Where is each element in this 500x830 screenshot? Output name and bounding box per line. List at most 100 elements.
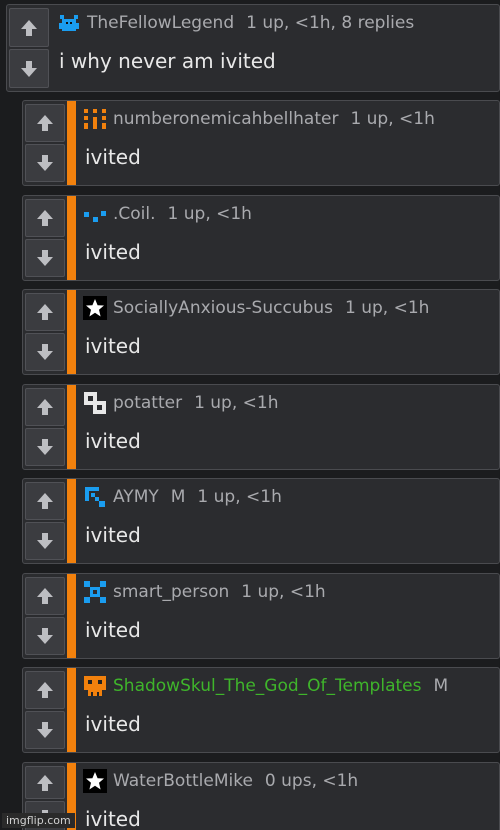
comment-reply: numberonemicahbellhater 1 up, <1h ivited — [22, 100, 500, 186]
comment-meta: .Coil. 1 up, <1h — [83, 202, 493, 226]
vote-controls — [25, 198, 65, 278]
username-link[interactable]: smart_person — [113, 582, 229, 602]
username-link[interactable]: TheFellowLegend — [87, 13, 234, 33]
comment-meta: potatter 1 up, <1h — [83, 391, 493, 415]
upvote-button[interactable] — [9, 8, 49, 47]
mod-badge: M — [170, 487, 186, 507]
arrow-down-icon — [37, 344, 53, 360]
upvote-button[interactable] — [25, 104, 65, 142]
comment-meta: SociallyAnxious-Succubus 1 up, <1h — [83, 296, 493, 320]
downvote-button[interactable] — [25, 428, 65, 466]
vote-controls — [25, 292, 65, 372]
comment-info: 1 up, <1h — [241, 582, 326, 602]
comment-meta: WaterBottleMike 0 ups, <1h — [83, 769, 493, 793]
blue-pickaxe-icon[interactable] — [83, 485, 107, 509]
arrow-up-icon — [37, 682, 53, 698]
comment-reply: AYMY M 1 up, <1h ivited — [22, 478, 500, 564]
orange-skull-icon[interactable] — [83, 674, 107, 698]
downvote-button[interactable] — [25, 333, 65, 371]
downvote-button[interactable] — [25, 239, 65, 277]
vote-controls — [25, 576, 65, 656]
username-link[interactable]: AYMY — [113, 487, 159, 507]
comment-reply: potatter 1 up, <1h ivited — [22, 384, 500, 470]
arrow-down-icon — [37, 722, 53, 738]
comment-meta: numberonemicahbellhater 1 up, <1h — [83, 107, 493, 131]
upvote-button[interactable] — [25, 482, 65, 520]
upvote-button[interactable] — [25, 671, 65, 709]
downvote-button[interactable] — [25, 522, 65, 560]
comment-content: .Coil. 1 up, <1h ivited — [83, 196, 493, 280]
mod-badge: M — [433, 676, 449, 696]
blue-creature-icon[interactable] — [57, 11, 81, 35]
arrow-up-icon — [37, 588, 53, 604]
arrow-down-icon — [37, 628, 53, 644]
downvote-button[interactable] — [25, 711, 65, 749]
username-link[interactable]: ShadowSkul_The_God_Of_Templates — [113, 676, 421, 696]
downvote-button[interactable] — [9, 49, 49, 88]
upvote-button[interactable] — [25, 388, 65, 426]
username-link[interactable]: .Coil. — [113, 204, 156, 224]
arrow-up-icon — [21, 19, 37, 36]
upvote-button[interactable] — [25, 293, 65, 331]
upvote-button[interactable] — [25, 199, 65, 237]
comment-info: 1 up, <1h — [197, 487, 282, 507]
username-link[interactable]: potatter — [113, 393, 182, 413]
comment-top: TheFellowLegend 1 up, <1h, 8 replies i w… — [6, 4, 500, 92]
comment-content: SociallyAnxious-Succubus 1 up, <1h ivite… — [83, 290, 493, 374]
upvote-button[interactable] — [25, 766, 65, 799]
comment-info: 0 ups, <1h — [264, 771, 359, 791]
vote-controls — [9, 7, 49, 89]
comment-info: 1 up, <1h — [194, 393, 279, 413]
comment-info: 1 up, <1h — [350, 109, 435, 129]
reply-indicator — [67, 290, 76, 374]
arrow-up-icon — [37, 774, 53, 791]
white-star-icon[interactable] — [83, 296, 107, 320]
blue-dots-icon[interactable] — [83, 202, 107, 226]
comment-content: TheFellowLegend 1 up, <1h, 8 replies i w… — [57, 5, 493, 91]
comment-reply: SociallyAnxious-Succubus 1 up, <1h ivite… — [22, 289, 500, 375]
upvote-button[interactable] — [25, 577, 65, 615]
downvote-button[interactable] — [25, 617, 65, 655]
comment-content: AYMY M 1 up, <1h ivited — [83, 479, 493, 563]
comment-info: 1 up, <1h — [345, 298, 430, 318]
reply-indicator — [67, 101, 76, 185]
comment-reply: smart_person 1 up, <1h ivited — [22, 573, 500, 659]
username-link[interactable]: SociallyAnxious-Succubus — [113, 298, 333, 318]
white-star-icon[interactable] — [83, 769, 107, 793]
comment-reply: .Coil. 1 up, <1h ivited — [22, 195, 500, 281]
reply-indicator — [67, 668, 76, 752]
username-link[interactable]: WaterBottleMike — [113, 771, 253, 791]
comment-text: ivited — [85, 145, 141, 169]
arrow-down-icon — [37, 439, 53, 455]
vote-controls — [25, 670, 65, 750]
reply-indicator — [67, 196, 76, 280]
blue-x-pattern-icon[interactable] — [83, 580, 107, 604]
comment-reply: ShadowSkul_The_God_Of_Templates M ivited — [22, 667, 500, 753]
comment-content: numberonemicahbellhater 1 up, <1h ivited — [83, 101, 493, 185]
comment-text: ivited — [85, 523, 141, 547]
downvote-button[interactable] — [25, 144, 65, 182]
comment-info: 1 up, <1h — [167, 204, 252, 224]
comment-meta: TheFellowLegend 1 up, <1h, 8 replies — [57, 11, 493, 35]
arrow-up-icon — [37, 493, 53, 509]
comment-meta: AYMY M 1 up, <1h — [83, 485, 493, 509]
orange-pattern-icon[interactable] — [83, 107, 107, 131]
arrow-up-icon — [37, 304, 53, 320]
comment-meta: smart_person 1 up, <1h — [83, 580, 493, 604]
comment-text: ivited — [85, 712, 141, 736]
arrow-up-icon — [37, 210, 53, 226]
white-block-icon[interactable] — [83, 391, 107, 415]
reply-indicator — [67, 385, 76, 469]
comment-text: ivited — [85, 334, 141, 358]
arrow-down-icon — [21, 60, 37, 77]
comment-content: smart_person 1 up, <1h ivited — [83, 574, 493, 658]
username-link[interactable]: numberonemicahbellhater — [113, 109, 338, 129]
arrow-up-icon — [37, 115, 53, 131]
comment-text: ivited — [85, 240, 141, 264]
comment-meta: ShadowSkul_The_God_Of_Templates M — [83, 674, 493, 698]
comment-content: ShadowSkul_The_God_Of_Templates M ivited — [83, 668, 493, 752]
arrow-up-icon — [37, 399, 53, 415]
comment-content: potatter 1 up, <1h ivited — [83, 385, 493, 469]
arrow-down-icon — [37, 155, 53, 171]
comment-info: 1 up, <1h, 8 replies — [246, 13, 415, 33]
